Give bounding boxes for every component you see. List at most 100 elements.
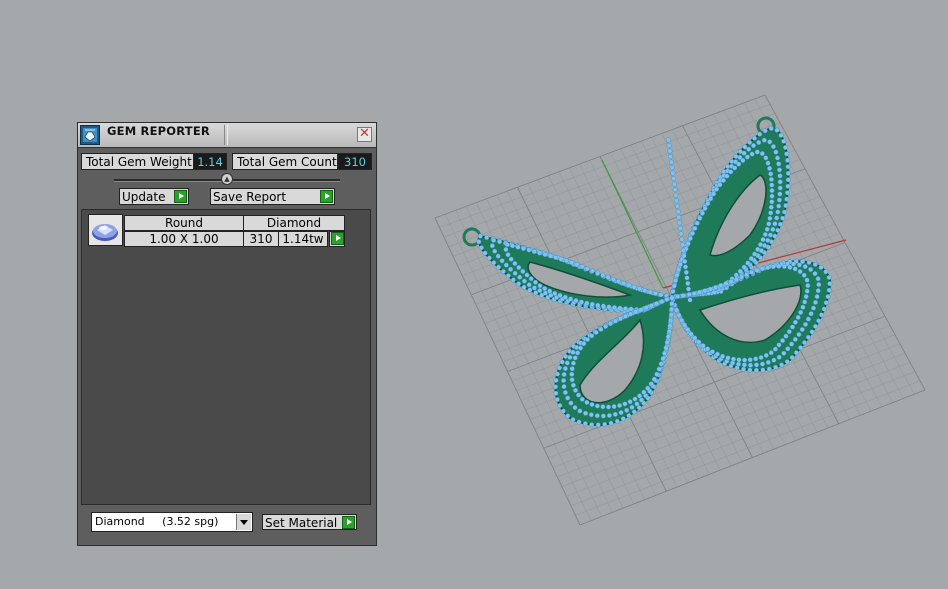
gem-stone: [756, 139, 762, 145]
gem-stone: [647, 289, 653, 295]
gem-stone: [542, 251, 548, 257]
gem-stone: [553, 377, 559, 383]
gem-stone: [797, 269, 803, 275]
gem-stone: [775, 155, 781, 161]
3d-viewport[interactable]: [380, 0, 948, 586]
gem-stone: [675, 209, 681, 215]
gem-stone: [664, 339, 670, 345]
gem-stone: [682, 322, 688, 328]
gem-stone: [781, 350, 787, 356]
gem-stone: [589, 402, 595, 408]
gem-stone: [589, 422, 595, 428]
gem-stone: [674, 198, 680, 204]
gem-row-action-button[interactable]: [329, 231, 345, 247]
gem-stone: [612, 411, 618, 417]
gem-stone: [668, 312, 674, 318]
gem-stone: [515, 244, 521, 250]
gem-stone: [821, 306, 827, 312]
gem-stone: [769, 193, 775, 199]
gem-stone: [568, 400, 574, 406]
gem-stone: [744, 272, 750, 278]
gem-stone: [682, 258, 688, 264]
gem-stone: [572, 355, 578, 361]
gem-stone: [777, 167, 783, 173]
gem-stone: [814, 294, 820, 300]
gem-stone: [629, 404, 635, 410]
gem-stone: [816, 282, 822, 288]
gem-stone: [505, 252, 511, 258]
gem-stone: [669, 301, 675, 307]
gem-stone: [528, 276, 534, 282]
gem-stone: [754, 362, 760, 368]
gem-stone: [736, 161, 742, 167]
gem-stone: [781, 138, 787, 144]
y-axis-line: [601, 159, 664, 289]
gem-stone: [809, 329, 815, 335]
gem-stone: [683, 269, 689, 275]
gem-stone: [527, 287, 533, 293]
gem-stone: [668, 154, 674, 160]
total-gem-weight-label: Total Gem Weight: [81, 153, 194, 170]
update-button-label: Update: [122, 190, 166, 204]
play-arrow-icon: [342, 516, 355, 529]
gem-stone: [754, 267, 760, 273]
gem-stone: [765, 265, 771, 271]
gem-stone: [768, 204, 774, 210]
gem-stone: [565, 413, 571, 419]
gem-stone: [816, 318, 822, 324]
gem-stone: [673, 192, 679, 198]
gem-stone: [638, 307, 644, 313]
gem-stone: [627, 399, 633, 405]
save-report-button-label: Save Report: [213, 190, 287, 204]
gem-stone: [668, 317, 674, 323]
gem-stone: [768, 350, 774, 356]
gem-stone: [784, 151, 790, 157]
material-select[interactable]: Diamond (3.52 spg): [91, 512, 253, 532]
gem-stone: [531, 285, 537, 291]
viewport-canvas[interactable]: [380, 0, 948, 586]
gem-stone: [669, 165, 675, 171]
gem-stone: [697, 289, 703, 295]
save-report-button[interactable]: Save Report: [210, 188, 335, 205]
gem-stone: [678, 231, 684, 237]
update-button[interactable]: Update: [119, 188, 189, 205]
gem-stone: [789, 341, 795, 347]
gem-stone: [785, 190, 791, 196]
gem-stone: [748, 256, 754, 262]
gem-stone: [562, 366, 568, 372]
close-icon[interactable]: ✕: [357, 127, 372, 142]
gem-stone: [801, 272, 807, 278]
gem-stone: [670, 289, 676, 295]
gem-stone: [724, 173, 730, 179]
gem-stone: [785, 170, 791, 176]
panel-titlebar[interactable]: GEM REPORTER ✕: [78, 123, 376, 148]
gem-stone: [595, 302, 601, 308]
gem-stone: [760, 361, 766, 367]
gem-stone: [612, 318, 618, 324]
gem-stone: [805, 316, 811, 322]
gem-stone: [770, 144, 776, 150]
gem-stone: [622, 401, 628, 407]
gem-stone: [515, 281, 521, 287]
gem-stone: [617, 403, 623, 409]
set-material-button[interactable]: Set Material: [262, 514, 357, 530]
gem-stone: [547, 288, 553, 294]
gem-stone: [802, 264, 808, 270]
gem-stone: [565, 395, 571, 401]
gem-stone: [603, 323, 609, 329]
gem-stone: [531, 248, 537, 254]
gem-stone: [705, 346, 711, 352]
gem-stone: [588, 412, 594, 418]
gem-stone: [789, 355, 795, 361]
gem-stone: [752, 135, 758, 141]
gem-stone: [564, 360, 570, 366]
gem-stone: [504, 242, 510, 248]
gem-stone: [567, 354, 573, 360]
gem-stone: [733, 272, 739, 278]
gem-stone: [761, 137, 767, 143]
gem-stone: [517, 274, 523, 280]
panel-splitter-handle[interactable]: ▲: [221, 173, 233, 185]
gem-stone: [579, 396, 585, 402]
gem-stone: [812, 261, 818, 267]
gem-stone: [815, 276, 821, 282]
